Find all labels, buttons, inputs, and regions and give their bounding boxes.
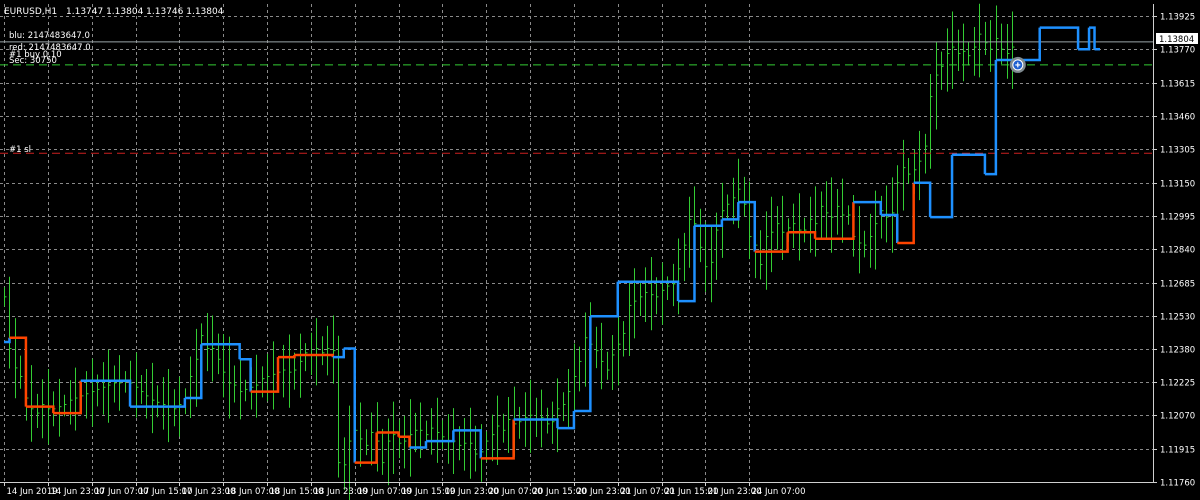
chart-ohlc: 1.13747 1.13804 1.13746 1.13804 [66,7,224,17]
y-tick-label: 1.12225 [1160,379,1195,389]
y-tick-label: 1.13615 [1160,80,1195,90]
price-axis: 1.13925 1.13770 1.13615 1.13460 1.13305 1.131… [1153,13,1195,489]
price-chart[interactable]: 1.13925 1.13770 1.13615 1.13460 1.13305 1.131… [0,0,1200,500]
seconds-label: Sec: 30750 [9,56,57,66]
y-tick-label: 1.12995 [1160,213,1195,223]
y-tick-label: 1.12070 [1160,412,1195,422]
y-tick-label: 1.12840 [1160,246,1195,256]
y-tick-label: 1.11915 [1160,446,1195,456]
y-tick-label: 1.13925 [1160,13,1195,23]
y-tick-label: 1.12380 [1160,346,1195,356]
indicator-blu-label: blu: 2147483647.0 [9,31,90,41]
position-marker-icon[interactable] [1009,56,1026,73]
y-tick-label: 1.13305 [1160,146,1195,156]
x-tick-label: 24 Jun 07:00 [752,487,806,497]
y-tick-label: 1.12530 [1160,313,1195,323]
stop-loss-label: #1 sl [9,145,31,155]
y-tick-label: 1.11760 [1160,479,1195,489]
y-tick-label: 1.13770 [1160,46,1195,56]
current-price-label: 1.13804 [1159,35,1194,45]
y-tick-label: 1.13460 [1160,113,1195,123]
y-tick-label: 1.12685 [1160,280,1195,290]
y-tick-label: 1.13150 [1160,180,1195,190]
chart-symbol: EURUSD,H1 [4,7,57,17]
